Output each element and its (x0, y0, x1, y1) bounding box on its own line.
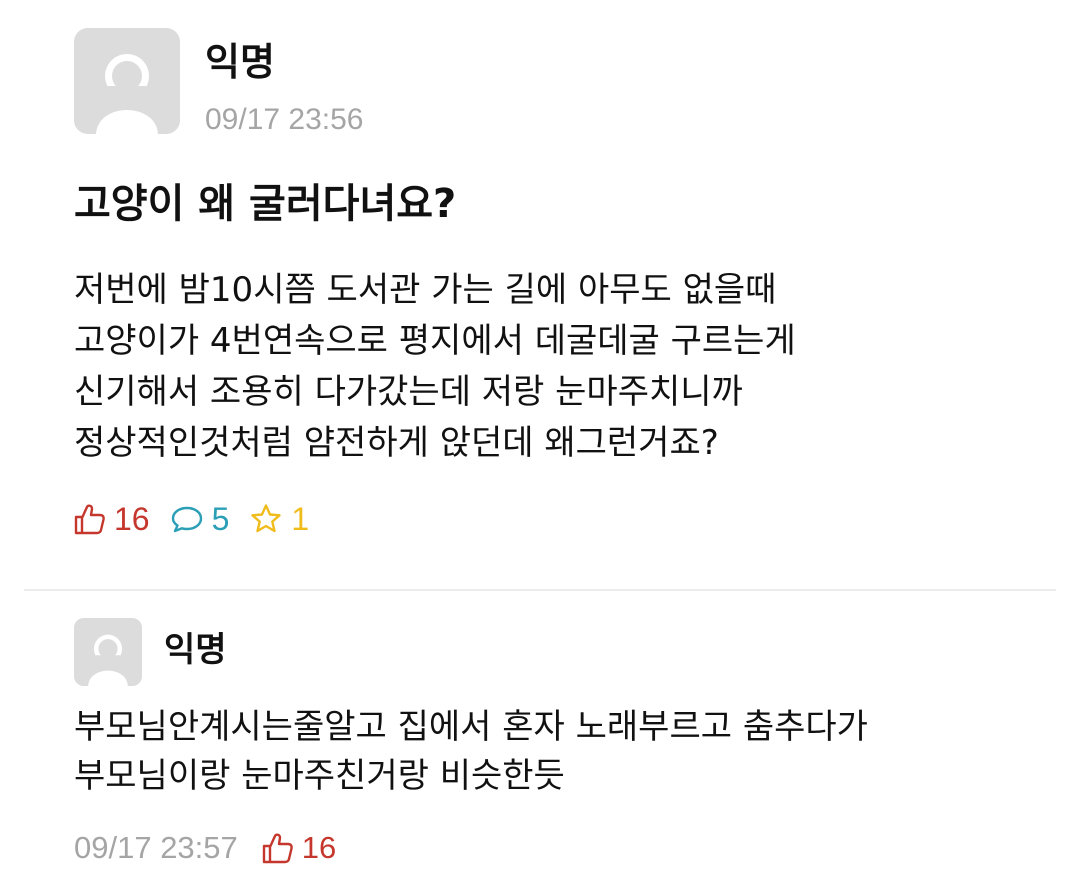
comment-like-count: 16 (301, 830, 337, 865)
comment-body-line: 부모님안계시는줄알고 집에서 혼자 노래부르고 춤추다가 (74, 707, 868, 747)
post-scrap-stat[interactable]: 1 (249, 501, 309, 538)
post-scrap-count: 1 (291, 500, 310, 537)
comment-body: 부모님안계시는줄알고 집에서 혼자 노래부르고 춤추다가 부모님이랑 눈마주친거… (74, 703, 1064, 801)
post-title: 고양이 왜 굴러다녀요? (74, 181, 457, 227)
comment-timestamp: 09/17 23:57 (74, 830, 238, 865)
post-author-name: 익명 (205, 40, 275, 84)
post-like-stat[interactable]: 16 (72, 501, 150, 538)
comment-meta: 09/17 23:57 16 (74, 828, 336, 868)
post-body-line: 신기해서 조용히 다가갔는데 저랑 눈마주치니까 (74, 372, 743, 412)
thumbs-up-icon (262, 833, 293, 864)
post-card: 익명 09/17 23:56 고양이 왜 굴러다녀요? 저번에 밤10시쯤 도서… (0, 0, 1080, 590)
default-profile-icon (74, 618, 142, 686)
post-body-line: 고양이가 4번연속으로 평지에서 데굴데굴 구르는게 (74, 321, 796, 361)
post-body-line: 저번에 밤10시쯤 도서관 가는 길에 아무도 없을때 (74, 270, 777, 310)
post-author-avatar[interactable] (74, 28, 180, 134)
post-comment-count: 5 (211, 500, 230, 537)
thumbs-up-icon (74, 504, 105, 535)
star-icon (251, 504, 282, 533)
comment-item: 익명 부모님안계시는줄알고 집에서 혼자 노래부르고 춤추다가 부모님이랑 눈마… (0, 592, 1080, 881)
post-comment-divider (24, 589, 1056, 591)
post-comment-stat[interactable]: 5 (170, 500, 230, 538)
post-stats: 16 5 1 (72, 497, 329, 541)
speech-bubble-icon (171, 506, 202, 533)
default-profile-icon (74, 28, 180, 134)
comment-body-line: 부모님이랑 눈마주친거랑 비슷한듯 (74, 756, 565, 796)
post-like-count: 16 (114, 500, 150, 537)
comment-author-name: 익명 (164, 630, 227, 670)
comment-author-avatar[interactable] (74, 618, 142, 686)
post-timestamp: 09/17 23:56 (205, 103, 364, 136)
comment-like-button[interactable]: 16 (260, 830, 336, 866)
post-body: 저번에 밤10시쯤 도서관 가는 길에 아무도 없을때 고양이가 4번연속으로 … (74, 265, 1054, 469)
post-body-line: 정상적인것처럼 얌전하게 앉던데 왜그런거죠? (74, 423, 719, 463)
